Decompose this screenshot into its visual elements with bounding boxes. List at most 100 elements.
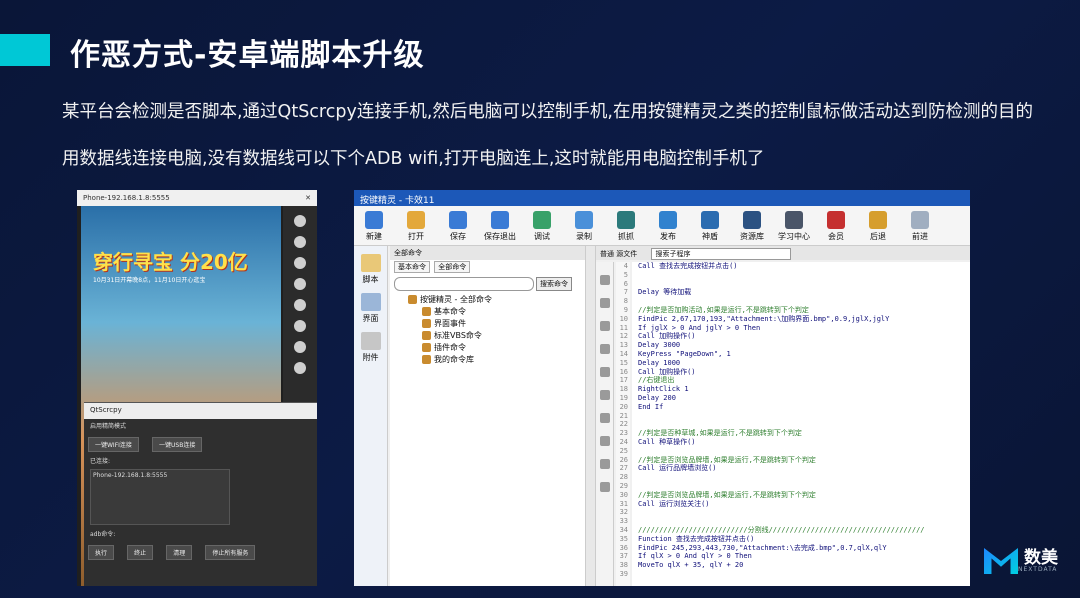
code-editor[interactable]: Call 查找去完成按钮并点击() Delay 等待加载 //判定是否加购活动,如果… [632,262,970,586]
toolbar-label: 学习中心 [778,232,810,241]
promo-banner: 穿行寻宝 分20亿 10月31日开幕晚8点，11月10日开心逛宝 [93,246,269,302]
toolbar-icon [491,211,509,229]
toolbar-button[interactable]: 神盾 [694,211,726,242]
paragraph-1: 某平台会检测是否脚本,通过QtScrcpy连接手机,然后电脑可以控制手机,在用按… [62,102,1033,122]
toolbar-button[interactable]: 学习中心 [778,211,810,242]
code-line: Function 查找去完成按钮并点击() [638,534,755,543]
nav-ui[interactable]: 界面 [354,293,387,324]
tree-item[interactable]: 标准VBS命令 [422,330,585,342]
uncomment-icon[interactable] [599,390,610,400]
code-line: Call 加购操作() [638,367,696,376]
tree-item[interactable]: 插件命令 [422,342,585,354]
back-icon[interactable] [294,362,306,374]
code-line: MoveTo qlX + 35, qlY + 20 [638,561,744,570]
usb-connect-button[interactable]: 一键USB连接 [152,437,203,452]
folder-icon [422,319,431,328]
toolbar-button[interactable]: 后退 [862,211,894,242]
toolbar-button[interactable]: 前进 [904,211,936,242]
power-icon[interactable] [294,278,306,290]
code-line: //判定是否种草城,如果是运行,不是跳转到下个判定 [638,429,802,438]
brand-logo-icon [984,548,1018,574]
tree-item[interactable]: 界面事件 [422,318,585,330]
tree-root[interactable]: 按键精灵 - 全部命令 [408,294,585,306]
clear-button[interactable]: 清理 [166,545,193,560]
volume-up-icon[interactable] [294,320,306,332]
code-line: End If [638,402,664,411]
code-line: Call 加购操作() [638,332,696,341]
run-icon[interactable] [599,459,610,469]
toolbar-icon [743,211,761,229]
find-icon[interactable] [599,413,610,423]
toolbar-button[interactable]: 录制 [568,211,600,242]
folder-icon [422,307,431,316]
chevron-down-icon[interactable] [294,257,306,269]
toolbar-button[interactable]: 发布 [652,211,684,242]
search-command-button[interactable]: 搜索命令 [536,277,572,291]
code-line: FindPic 245,293,443,730,"Attachment:\去完成… [638,543,887,552]
copy-icon[interactable] [599,321,610,331]
phone-window-titlebar: Phone-192.168.1.8:5555 ✕ [77,190,317,206]
toolbar-button[interactable]: 调试 [526,211,558,242]
device-list[interactable]: Phone-192.168.1.8:5555 [90,469,230,525]
tree-item[interactable]: 我的命令库 [422,354,585,366]
line-number: 5 [623,270,628,279]
brand-name: 数美 [1024,547,1058,568]
toolbar-button[interactable]: 抓抓 [610,211,642,242]
folder-icon [422,355,431,364]
tab-normal[interactable]: 普通 [600,250,614,258]
toolbar-button[interactable]: 会员 [820,211,852,242]
device-item[interactable]: Phone-192.168.1.8:5555 [93,472,167,479]
fullscreen-icon[interactable] [294,236,306,248]
wifi-connect-button[interactable]: 一键WIFI连接 [88,437,139,452]
undo-icon[interactable] [599,275,610,285]
command-tree-panel: 全部命令 基本命令 全部命令 搜索命令 按键精灵 - 全部命令 基本命令 界面事… [390,246,586,586]
paste-icon[interactable] [599,344,610,354]
tab-all-commands[interactable]: 全部命令 [434,261,471,273]
line-number: 26 [619,455,628,464]
tab-source[interactable]: 源文件 [616,250,637,258]
qtscrcpy-title: QtScrcpy [84,403,317,419]
line-number: 37 [619,552,628,561]
ui-icon [360,293,381,311]
stop-all-services-button[interactable]: 停止所有服务 [205,545,256,560]
splitter[interactable] [586,246,596,586]
exec-button[interactable]: 执行 [88,545,115,560]
line-number: 16 [619,367,628,376]
volume-down-icon[interactable] [294,341,306,353]
line-number: 33 [619,517,628,526]
tab-basic-commands[interactable]: 基本命令 [394,261,430,273]
view-icon[interactable] [599,482,610,492]
comment-icon[interactable] [599,367,610,377]
eye-icon[interactable] [294,299,306,311]
toolbar-button[interactable]: 保存 [442,211,474,242]
nav-script[interactable]: 脚本 [354,254,387,285]
nav-attachment[interactable]: 附件 [354,332,387,363]
folder-icon [422,343,431,352]
toolbar-button[interactable]: 打开 [400,211,432,242]
code-line: Call 运行品牌墙浏览() [638,464,717,473]
toolbar-button[interactable]: 资源库 [736,211,768,242]
toolbar-icon [659,211,677,229]
tree-item[interactable]: 基本命令 [422,306,585,318]
toolbar-button[interactable]: 保存退出 [484,211,516,242]
cut-icon[interactable] [599,298,610,308]
toolbar-label: 前进 [912,232,928,241]
line-number: 24 [619,437,628,446]
subroutine-select[interactable]: 搜索子程序 [651,248,792,260]
toolbar-label: 录制 [576,232,592,241]
stop-button[interactable]: 终止 [127,545,154,560]
replace-icon[interactable] [599,436,610,446]
code-line: If qlX > 0 And qlY > 0 Then [638,552,752,561]
toolbar-button[interactable]: 新建 [358,211,390,242]
paragraph-2: 用数据线连接电脑,没有数据线可以下个ADB wifi,打开电脑连上,这时就能用电… [62,149,765,169]
line-number: 11 [619,323,628,332]
simple-mode-checkbox[interactable]: 启用精简模式 [84,419,317,432]
home-icon[interactable] [294,215,306,227]
brand-logo: 数美 NEXTDATA [984,548,1058,574]
search-input[interactable] [394,277,534,291]
close-icon[interactable]: ✕ [305,194,311,202]
